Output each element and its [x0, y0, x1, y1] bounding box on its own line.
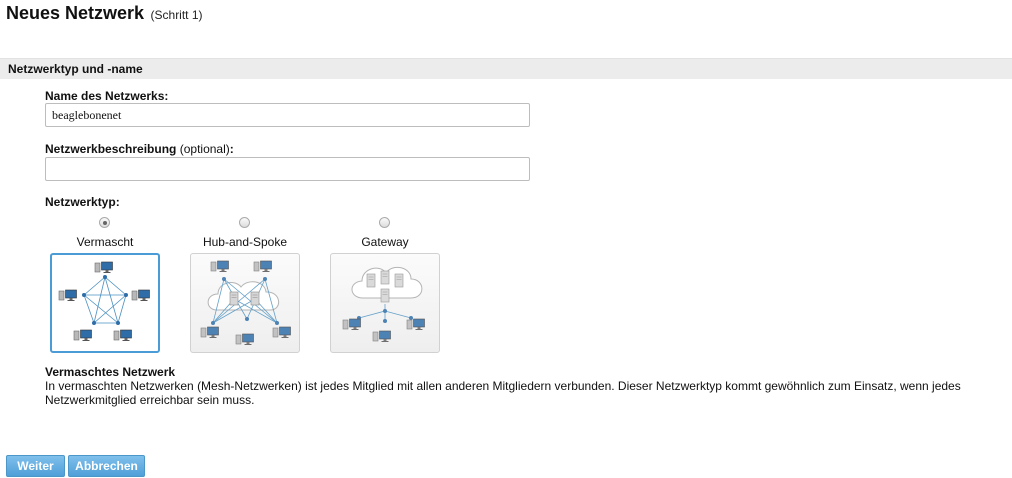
- mesh-label: Vermascht: [76, 235, 134, 249]
- mesh-radio[interactable]: [99, 217, 110, 228]
- section-title: Netzwerktyp und -name: [8, 62, 143, 76]
- network-type-label: Netzwerktyp:: [45, 195, 120, 209]
- hub-spoke-radio[interactable]: [239, 217, 250, 228]
- network-name-label: Name des Netzwerks:: [45, 89, 169, 103]
- gateway-label: Gateway: [361, 235, 409, 249]
- hub-spoke-network-icon: [200, 260, 291, 346]
- hub-spoke-network-card[interactable]: [190, 253, 300, 353]
- network-description-input[interactable]: [45, 157, 530, 181]
- network-name-input[interactable]: [45, 103, 530, 127]
- page-title-text: Neues Netzwerk: [6, 3, 145, 23]
- next-button[interactable]: Weiter: [6, 455, 65, 477]
- description-text: In vermaschten Netzwerken (Mesh-Netzwerk…: [45, 379, 961, 407]
- hub-spoke-label: Hub-and-Spoke: [202, 235, 288, 249]
- network-description-label-text: Netzwerkbeschreibung: [45, 142, 177, 156]
- mesh-network-card[interactable]: [50, 253, 160, 353]
- label-colon: :: [229, 142, 234, 156]
- cancel-button[interactable]: Abbrechen: [68, 455, 145, 477]
- gateway-network-icon: [342, 266, 425, 343]
- gateway-radio[interactable]: [379, 217, 390, 228]
- section-header: Netzwerktyp und -name: [0, 58, 1012, 79]
- description-title: Vermaschtes Netzwerk: [45, 365, 176, 379]
- optional-hint: (optional): [179, 142, 230, 156]
- mesh-network-icon: [58, 261, 150, 342]
- page-title: Neues Netzwerk (Schritt 1): [6, 3, 203, 24]
- step-indicator: (Schritt 1): [150, 8, 203, 22]
- gateway-network-card[interactable]: [330, 253, 440, 353]
- network-description-label: Netzwerkbeschreibung (optional):: [45, 142, 234, 156]
